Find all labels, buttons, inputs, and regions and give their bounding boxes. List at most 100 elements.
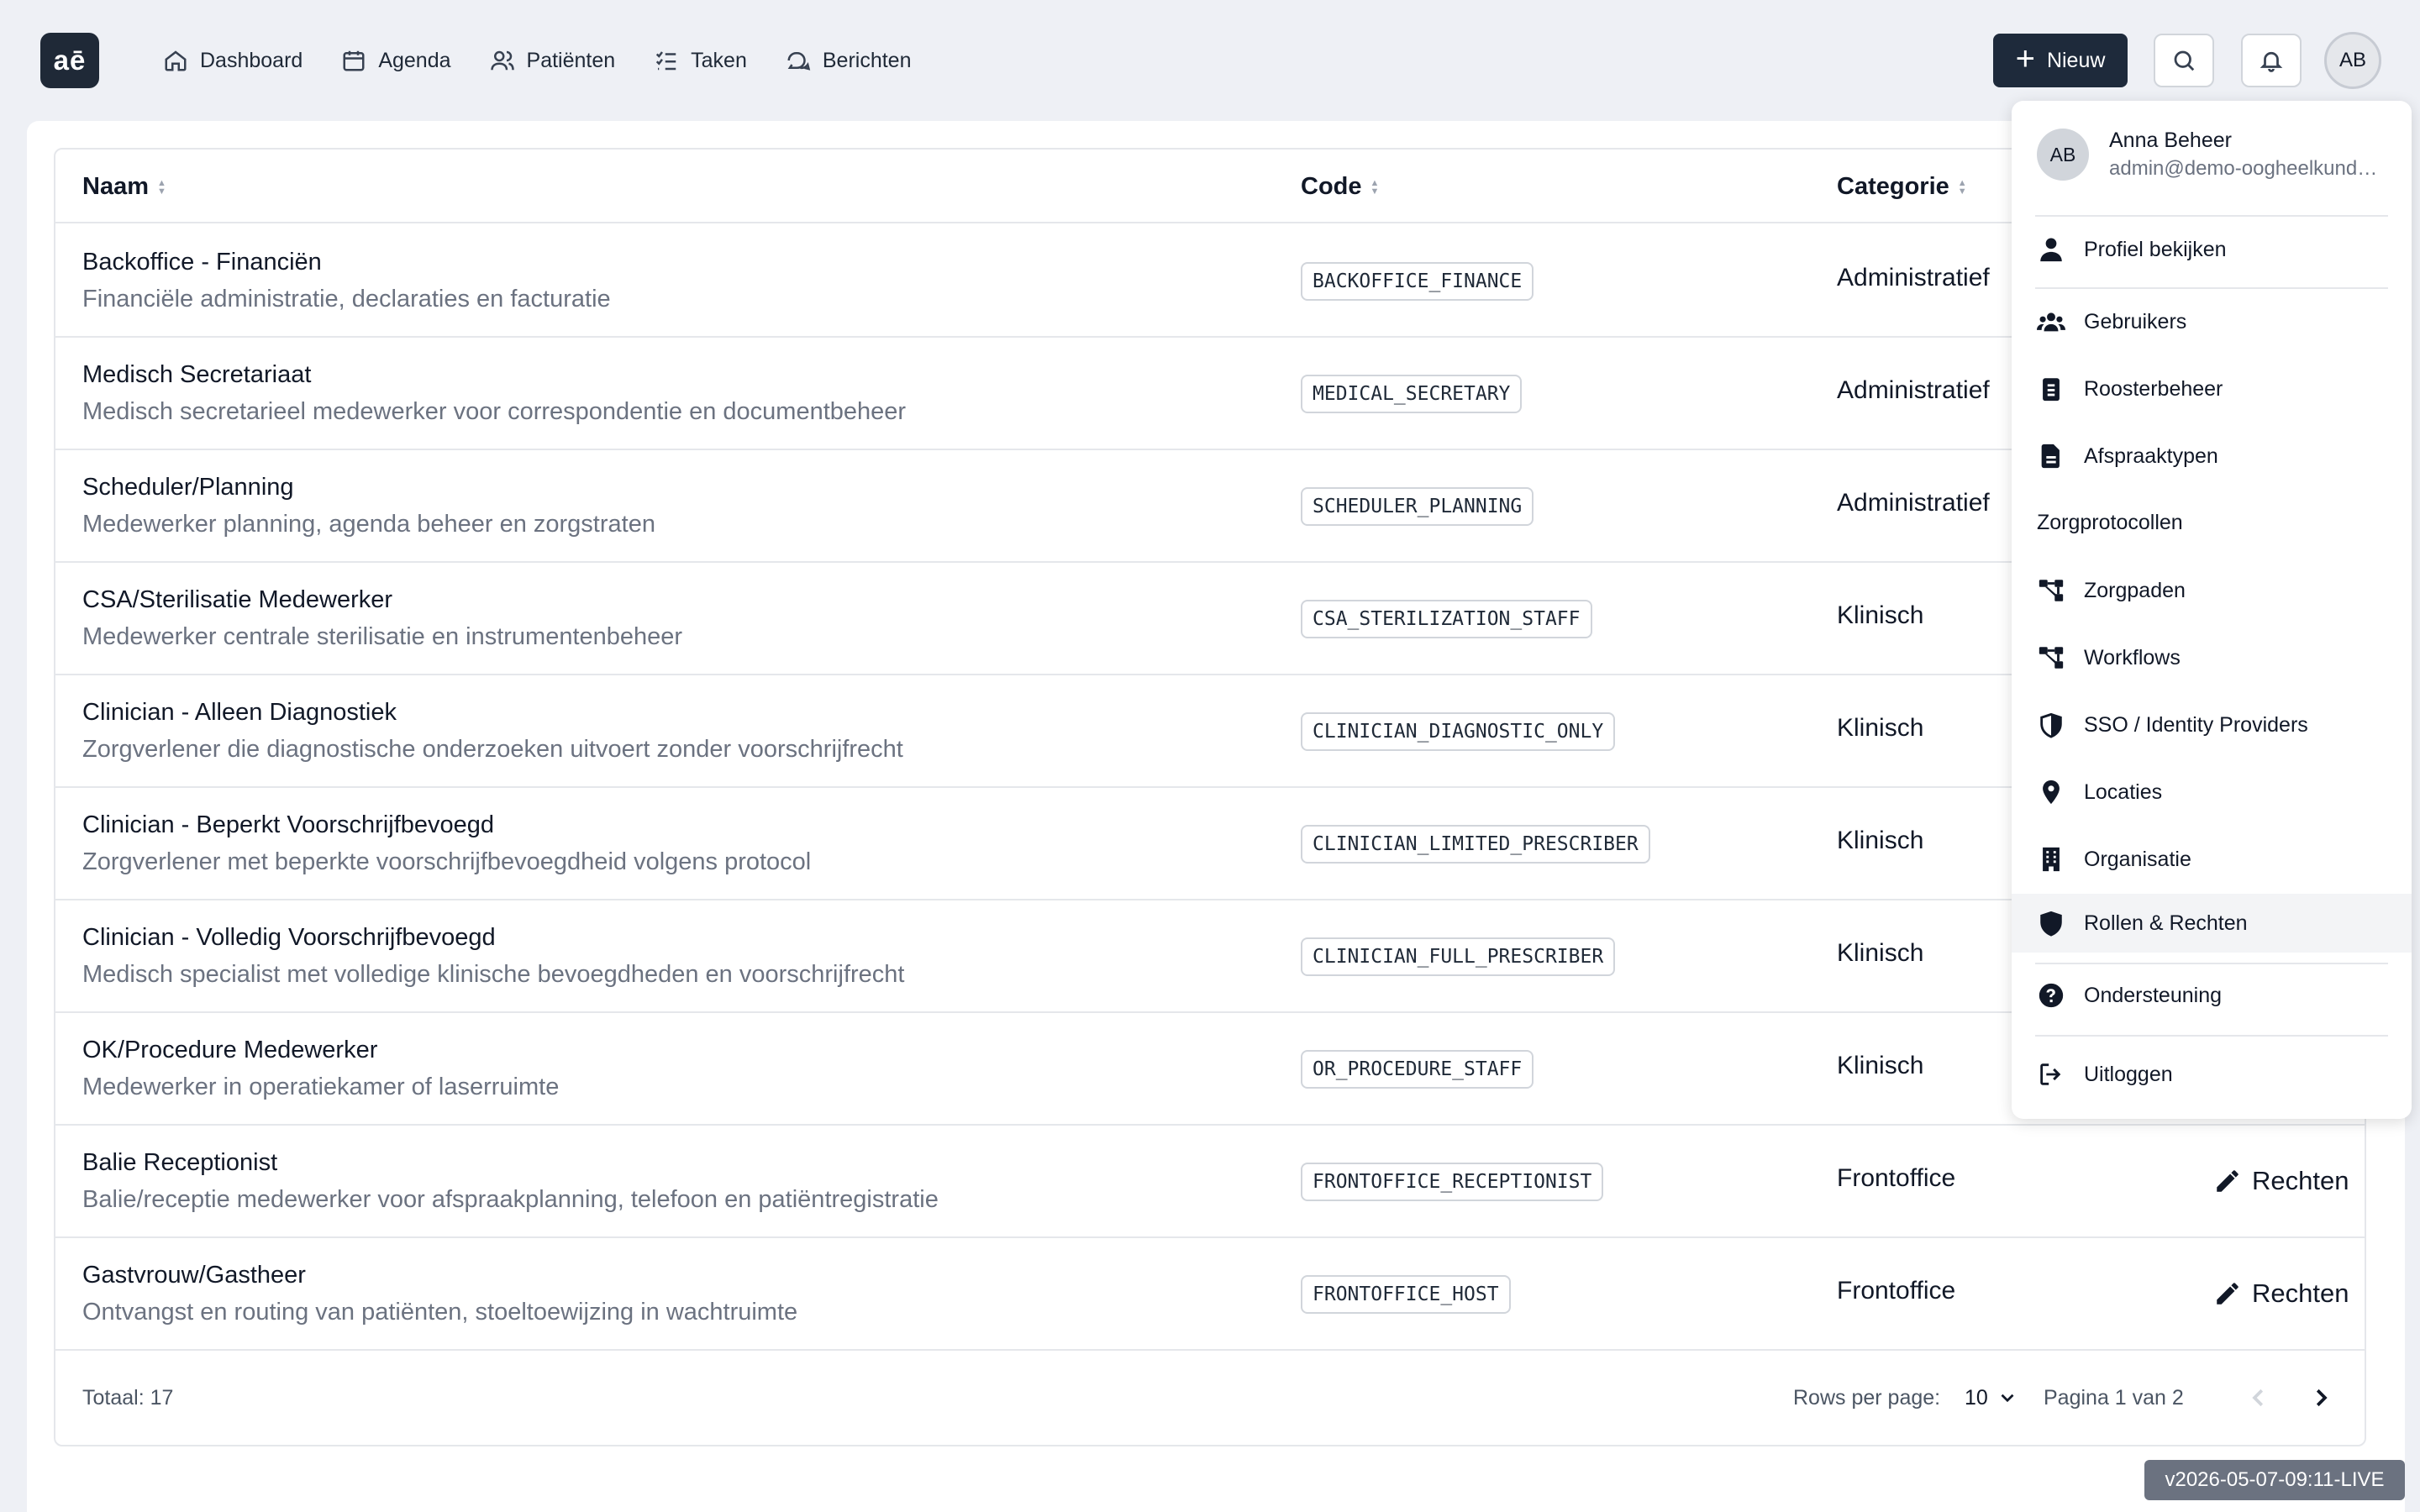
rows-per-page-value: 10 [1965,1385,1988,1410]
menu-item-roles[interactable]: Rollen & Rechten [2012,894,2412,953]
menu-item-schedule[interactable]: Roosterbeheer [2012,360,2412,418]
column-header-category[interactable]: Categorie ▲ ▼ [1837,173,1967,201]
sort-icon: ▲ ▼ [1957,177,1967,197]
role-title: Gastvrouw/Gastheer [82,1262,306,1289]
app-logo[interactable]: aē [40,33,99,88]
flow-icon [2039,580,2064,601]
role-cell: Gastvrouw/Gastheer Ontvangst en routing v… [82,1260,797,1327]
menu-item-workflows[interactable]: Workflows [2012,628,2412,687]
new-button-label: Nieuw [2046,48,2106,72]
messages-icon [787,52,811,71]
rows-per-page-label: Rows per page: [1793,1386,1941,1410]
role-category: Administratief [1837,489,1990,517]
user-name: Anna Beheer [2109,129,2232,152]
pencil-icon [2217,1170,2238,1192]
divider [2035,287,2388,289]
role-title: Balie Receptionist [82,1149,278,1176]
menu-item-label: Workflows [2084,645,2181,669]
role-category: Frontoffice [1837,1277,1956,1305]
nav-item-tasks[interactable]: Taken [654,39,747,82]
home-icon [165,50,187,71]
edit-rights-button[interactable]: Rechten [2213,1159,2349,1203]
users-icon [490,50,514,71]
plus-icon: + [2015,40,2035,77]
menu-item-label: Locaties [2084,780,2163,804]
nav-label: Berichten [822,48,912,72]
person-icon [2040,238,2062,262]
menu-group-heading: Zorgprotocollen [2037,511,2183,534]
chevron-right-icon [2316,1389,2328,1407]
chevron-down-icon [2001,1394,2014,1403]
menu-item-users[interactable]: Gebruikers [2012,292,2412,351]
role-description: Zorgverlener die diagnostische onderzoek… [82,736,903,763]
pencil-icon [2217,1283,2238,1305]
nav-item-dashboard[interactable]: Dashboard [163,39,302,82]
search-button[interactable] [2154,34,2214,87]
logout-icon [2040,1063,2061,1085]
menu-item-sso[interactable]: SSO / Identity Providers [2012,696,2412,754]
table-row[interactable]: Gastvrouw/Gastheer Ontvangst en routing v… [55,1238,2365,1351]
nav-item-agenda[interactable]: Agenda [341,39,451,82]
role-category: Administratief [1837,264,1990,291]
menu-item-locations[interactable]: Locaties [2012,763,2412,822]
rows-per-page-select[interactable]: 10 [1965,1379,2018,1416]
menu-item-label: Rollen & Rechten [2084,911,2248,935]
avatar: AB [2037,129,2089,181]
table-footer: Totaal: 17 Rows per page: 10 Pagina 1 va… [55,1347,2365,1446]
menu-item-support[interactable]: Ondersteuning [2012,966,2412,1025]
menu-item-label: SSO / Identity Providers [2084,712,2308,737]
role-code-badge: CSA_STERILIZATION_STAFF [1301,600,1592,638]
main-nav: Dashboard Agenda Patiënten Taken Bericht… [163,39,950,82]
role-code-badge: SCHEDULER_PLANNING [1301,487,1534,526]
role-cell: Clinician - Volledig Voorschrijfbevoegd M… [82,922,904,990]
table-row[interactable]: Balie Receptionist Balie/receptie medewer… [55,1126,2365,1238]
edit-rights-button[interactable]: Rechten [2213,1272,2349,1315]
previous-page-button[interactable] [2238,1378,2279,1418]
menu-item-label: Ondersteuning [2084,983,2223,1007]
role-cell: Balie Receptionist Balie/receptie medewer… [82,1147,939,1215]
role-description: Medewerker in operatiekamer of laserruim… [82,1074,560,1100]
role-cell: OK/Procedure Medewerker Medewerker in ope… [82,1035,559,1102]
column-header-code[interactable]: Code ▲ ▼ [1301,173,1379,201]
role-description: Zorgverlener met beperkte voorschrijfbev… [82,848,812,875]
help-circle-icon [2039,983,2064,1008]
menu-user-info: AB Anna Beheer admin@demo-oogheelkunde.n… [2037,126,2386,183]
menu-item-label: Roosterbeheer [2084,376,2223,401]
role-description: Medisch specialist met volledige klinisc… [82,961,905,988]
role-category: Frontoffice [1837,1164,1956,1192]
role-cell: CSA/Sterilisatie Medewerker Medewerker ce… [82,585,682,652]
column-header-name[interactable]: Naam ▲ ▼ [82,173,166,201]
new-button[interactable]: + Nieuw [1993,34,2128,87]
nav-item-patients[interactable]: Patiënten [490,39,615,82]
role-cell: Clinician - Alleen Diagnostiek Zorgverlen… [82,697,903,764]
menu-item-label: Organisatie [2084,847,2191,871]
document-icon [2041,444,2060,469]
nav-item-messages[interactable]: Berichten [786,39,912,82]
next-page-button[interactable] [2301,1378,2341,1418]
role-cell: Scheduler/Planning Medewerker planning, a… [82,472,655,539]
role-code-badge: CLINICIAN_FULL_PRESCRIBER [1301,937,1616,976]
role-code-badge: FRONTOFFICE_HOST [1301,1275,1511,1314]
page-info: Pagina 1 van 2 [2044,1386,2184,1410]
menu-item-organization[interactable]: Organisatie [2012,830,2412,889]
nav-label: Taken [691,48,747,72]
divider [2035,215,2388,217]
menu-item-logout[interactable]: Uitloggen [2012,1045,2412,1104]
sort-icon: ▲ ▼ [1370,177,1380,197]
role-description: Medewerker centrale sterilisatie en inst… [82,623,683,650]
bell-icon [2260,51,2283,72]
menu-item-appointment-types[interactable]: Afspraaktypen [2012,427,2412,486]
shield-icon [2040,911,2062,937]
menu-item-care-paths[interactable]: Zorgpaden [2012,561,2412,620]
shield-half-icon [2040,712,2062,738]
role-code-badge: BACKOFFICE_FINANCE [1301,262,1534,301]
role-category: Administratief [1837,376,1990,404]
total-count: Totaal: 17 [82,1386,174,1410]
user-avatar-button[interactable]: AB [2324,32,2381,89]
notifications-button[interactable] [2241,34,2302,87]
menu-item-label: Zorgpaden [2084,578,2186,602]
role-title: Scheduler/Planning [82,474,294,501]
edit-rights-label: Rechten [2252,1166,2349,1195]
menu-item-profile[interactable]: Profiel bekijken [2012,220,2412,279]
role-category: Klinisch [1837,601,1924,629]
